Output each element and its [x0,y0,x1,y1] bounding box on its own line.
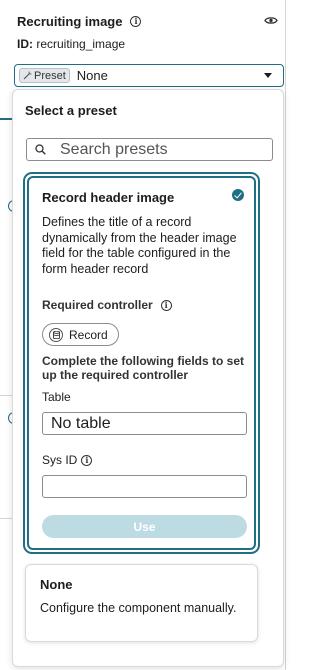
required-controller-text: Required controller [42,298,153,312]
table-label: Table [42,390,71,404]
use-button[interactable]: Use [42,515,247,538]
preset-card-inner: Record header image Defines the title of… [27,176,256,550]
preset-select-value: None [76,68,108,83]
sysid-input[interactable] [42,475,247,498]
popover-title: Select a preset [25,103,117,118]
check-circle-icon [232,189,244,201]
preset-chip-label: Preset [34,69,66,82]
preset-card-description: Configure the component manually. [40,601,237,615]
database-icon [49,327,63,342]
background-divider [0,395,12,396]
field-id: ID: recruiting_image [17,37,125,51]
sysid-label: Sys ID i [42,453,93,467]
chevron-down-icon [264,73,272,78]
field-label-text: Recruiting image [17,14,123,29]
preset-select[interactable]: Preset None [14,64,284,87]
field-id-value: recruiting_image [36,37,126,51]
sysid-label-text: Sys ID [42,453,78,467]
search-icon [35,144,46,155]
field-label: Recruiting image i [17,14,142,29]
background-tab-indicator [0,118,12,120]
background-divider [0,518,12,519]
preset-card-title: None [40,577,73,592]
preset-card-none[interactable]: None Configure the component manually. [25,564,258,642]
info-icon[interactable]: i [130,16,142,27]
eye-icon[interactable] [264,16,278,25]
search-box[interactable] [26,138,273,161]
info-icon[interactable]: i [81,454,93,466]
wand-icon [23,71,32,80]
preset-card-description: Defines the title of a record dynamicall… [42,215,237,276]
preset-card-record-header-image[interactable]: Record header image Defines the title of… [23,172,260,554]
table-select[interactable]: No table [42,412,247,435]
field-id-prefix: ID: [17,37,33,51]
controller-chip: Record [42,323,119,346]
info-icon[interactable]: i [160,299,172,311]
preset-popover: Select a preset Record header image Defi… [12,89,284,667]
preset-card-title: Record header image [42,190,175,205]
controller-chip-label: Record [69,327,108,342]
required-controller-label: Required controller i [42,298,172,312]
preset-chip: Preset [19,68,70,83]
panel-divider [285,0,286,670]
search-input[interactable] [60,140,260,159]
complete-fields-text: Complete the following fields to set up … [42,354,245,382]
